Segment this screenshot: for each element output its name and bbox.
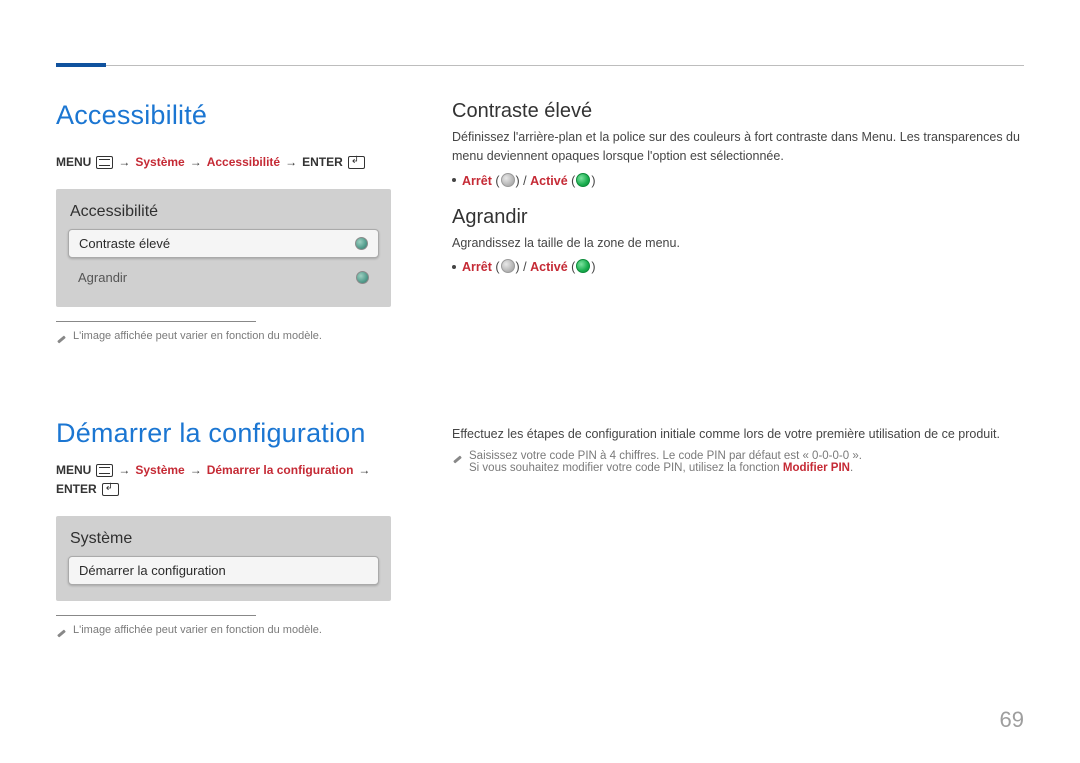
state-off-icon (501, 173, 515, 187)
enter-icon (348, 156, 365, 169)
note-icon (56, 332, 67, 343)
paren: ( (571, 174, 575, 188)
heading-demarrer: Démarrer la configuration (56, 418, 391, 449)
breadcrumb-accessibilite: MENU → Système → Accessibilité → ENTER (56, 155, 391, 169)
option-on: Activé (530, 174, 568, 188)
panel-item-demarrer[interactable]: Démarrer la configuration (68, 556, 379, 585)
panel-item-agrandir[interactable]: Agrandir (68, 264, 379, 291)
section-accessibilite-right: Contraste élevé Définissez l'arrière-pla… (452, 100, 1024, 278)
section-accessibilite-left: Accessibilité MENU → Système → Accessibi… (56, 100, 391, 343)
toggle-indicator-icon (355, 237, 368, 250)
footnote-text: L'image affichée peut varier en fonction… (73, 330, 322, 342)
option-off: Arrêt (462, 260, 492, 274)
breadcrumb-enter-label: ENTER (302, 155, 343, 169)
panel-accessibilite: Accessibilité Contraste élevé Agrandir (56, 189, 391, 307)
paren: ) (591, 260, 595, 274)
page-number: 69 (1000, 707, 1024, 733)
options-contraste: Arrêt ( ) / Activé () (452, 173, 1024, 188)
note-icon (452, 452, 463, 463)
document-page: Accessibilité MENU → Système → Accessibi… (0, 0, 1080, 763)
footnote-accessibilite: L'image affichée peut varier en fonction… (56, 330, 391, 343)
paren: ( (495, 174, 499, 188)
paren: ) / (516, 174, 531, 188)
arrow-icon: → (285, 155, 297, 169)
note-icon (56, 626, 67, 637)
breadcrumb-demarrer: MENU → Système → Démarrer la configurati… (56, 463, 391, 496)
top-divider (56, 65, 1024, 66)
paren: ) / (516, 260, 531, 274)
arrow-icon: → (118, 463, 130, 477)
note-pin-line2a: Si vous souhaitez modifier votre code PI… (469, 462, 783, 474)
arrow-icon: → (358, 463, 370, 477)
paren: ( (495, 260, 499, 274)
menu-icon (96, 156, 113, 169)
state-on-icon (576, 259, 590, 273)
footnote-demarrer: L'image affichée peut varier en fonction… (56, 624, 391, 637)
heading-agrandir: Agrandir (452, 206, 1024, 229)
state-on-icon (576, 173, 590, 187)
bullet-icon (452, 265, 456, 269)
paragraph-agrandir: Agrandissez la taille de la zone de menu… (452, 234, 1024, 253)
arrow-icon: → (190, 155, 202, 169)
note-pin-line2c: . (850, 462, 853, 474)
breadcrumb-systeme: Système (135, 463, 184, 477)
section-demarrer-left: Démarrer la configuration MENU → Système… (56, 418, 391, 637)
note-pin-line1: Saisissez votre code PIN à 4 chiffres. L… (469, 450, 862, 462)
heading-accessibilite: Accessibilité (56, 100, 391, 131)
thin-divider (56, 321, 256, 322)
breadcrumb-accessibilite-path: Accessibilité (207, 155, 280, 169)
panel-title: Accessibilité (60, 199, 387, 229)
panel-item-label: Contraste élevé (79, 236, 170, 251)
toggle-indicator-icon (356, 271, 369, 284)
arrow-icon: → (190, 463, 202, 477)
footnote-text: L'image affichée peut varier en fonction… (73, 624, 322, 636)
bullet-icon (452, 178, 456, 182)
state-off-icon (501, 259, 515, 273)
panel-systeme: Système Démarrer la configuration (56, 516, 391, 601)
breadcrumb-demarrer-path: Démarrer la configuration (207, 463, 354, 477)
note-pin-modifier: Modifier PIN (783, 462, 850, 474)
thin-divider (56, 615, 256, 616)
breadcrumb-menu-label: MENU (56, 463, 91, 477)
breadcrumb-menu-label: MENU (56, 155, 91, 169)
panel-item-label: Démarrer la configuration (79, 563, 226, 578)
menu-icon (96, 464, 113, 477)
breadcrumb-systeme: Système (135, 155, 184, 169)
paragraph-contraste: Définissez l'arrière-plan et la police s… (452, 128, 1024, 167)
option-off: Arrêt (462, 174, 492, 188)
breadcrumb-enter-label: ENTER (56, 482, 97, 496)
options-agrandir: Arrêt ( ) / Activé () (452, 259, 1024, 274)
top-accent-bar (56, 63, 106, 67)
paragraph-demarrer: Effectuez les étapes de configuration in… (452, 425, 1024, 444)
panel-item-label: Agrandir (78, 270, 127, 285)
option-on: Activé (530, 260, 568, 274)
note-pin: Saisissez votre code PIN à 4 chiffres. L… (452, 450, 1024, 474)
panel-item-contraste[interactable]: Contraste élevé (68, 229, 379, 258)
panel-title: Système (60, 526, 387, 556)
enter-icon (102, 483, 119, 496)
paren: ( (571, 260, 575, 274)
section-demarrer-right: Effectuez les étapes de configuration in… (452, 425, 1024, 474)
paren: ) (591, 174, 595, 188)
arrow-icon: → (118, 155, 130, 169)
heading-contraste: Contraste élevé (452, 100, 1024, 123)
